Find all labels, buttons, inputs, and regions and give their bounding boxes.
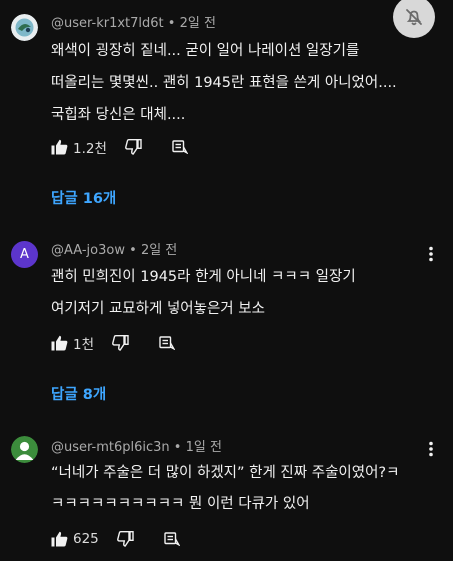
meta-separator: • bbox=[173, 440, 182, 455]
comment-text-line: 떠올리는 몇몇씬.. 괜히 1945란 표현을 쓴게 아니었어.... bbox=[51, 75, 397, 91]
comment-text-line: 여기저기 교묘하게 넣어놓은거 보소 bbox=[51, 301, 265, 317]
avatar[interactable] bbox=[11, 14, 38, 41]
thumbs-down-icon[interactable] bbox=[124, 139, 142, 155]
like-count: 625 bbox=[73, 531, 99, 547]
avatar[interactable]: A bbox=[11, 241, 38, 268]
comment-text-line: 괜히 민희진이 1945라 한게 아니네 ㅋㅋㅋ 일장기 bbox=[51, 269, 356, 285]
thumbs-up-icon[interactable] bbox=[51, 139, 68, 155]
comment-time: 2일 전 bbox=[179, 16, 216, 31]
view-replies-link[interactable]: 답글 16개 bbox=[51, 187, 116, 208]
comment-text-line: 국힙좌 당신은 대체.... bbox=[51, 107, 186, 123]
comment-text-line: 왜색이 굉장히 짙네... 굳이 일어 나레이션 일장기를 bbox=[51, 43, 360, 59]
comment-meta: @AA-jo3ow • 2일 전 bbox=[51, 239, 177, 258]
no-bell-icon bbox=[403, 6, 425, 28]
comments-page: @user-kr1xt7ld6t • 2일 전 왜색이 굉장히 짙네... 굳이… bbox=[0, 0, 453, 561]
comment-text-line: ㅋㅋㅋㅋㅋㅋㅋㅋㅋㅋ 뭔 이런 다큐가 있어 bbox=[51, 496, 310, 512]
comment-actions: 625 bbox=[51, 529, 180, 549]
comment-text-line: “너네가 주술은 더 많이 하겠지” 한게 진짜 주술이였어?ㅋ bbox=[51, 465, 400, 481]
meta-separator: • bbox=[167, 16, 176, 31]
comment-actions: 1천 bbox=[51, 333, 176, 353]
more-vert-icon[interactable] bbox=[427, 246, 435, 266]
meta-separator: • bbox=[129, 243, 137, 258]
reply-icon[interactable] bbox=[172, 140, 188, 154]
like-count: 1천 bbox=[73, 337, 95, 353]
view-replies-link[interactable]: 답글 8개 bbox=[51, 383, 106, 404]
reply-icon[interactable] bbox=[159, 336, 176, 350]
floating-action-button[interactable] bbox=[393, 0, 435, 38]
author-name[interactable]: @user-kr1xt7ld6t bbox=[51, 16, 164, 31]
more-vert-icon[interactable] bbox=[427, 441, 435, 461]
avatar[interactable] bbox=[11, 436, 38, 463]
comment-meta: @user-kr1xt7ld6t • 2일 전 bbox=[51, 12, 216, 31]
reply-icon[interactable] bbox=[164, 532, 180, 546]
thumbs-up-icon[interactable] bbox=[51, 335, 68, 351]
thumbs-down-icon[interactable] bbox=[116, 531, 134, 547]
thumbs-up-icon[interactable] bbox=[51, 531, 68, 547]
comment-meta: @user-mt6pl6ic3n • 1일 전 bbox=[51, 436, 222, 455]
author-name[interactable]: @AA-jo3ow bbox=[51, 243, 125, 258]
author-name[interactable]: @user-mt6pl6ic3n bbox=[51, 440, 170, 455]
comment-actions: 1.2천 bbox=[51, 137, 188, 157]
comment-time: 2일 전 bbox=[140, 243, 178, 258]
comment-time: 1일 전 bbox=[185, 440, 222, 455]
thumbs-down-icon[interactable] bbox=[112, 335, 129, 351]
like-count: 1.2천 bbox=[73, 141, 107, 157]
